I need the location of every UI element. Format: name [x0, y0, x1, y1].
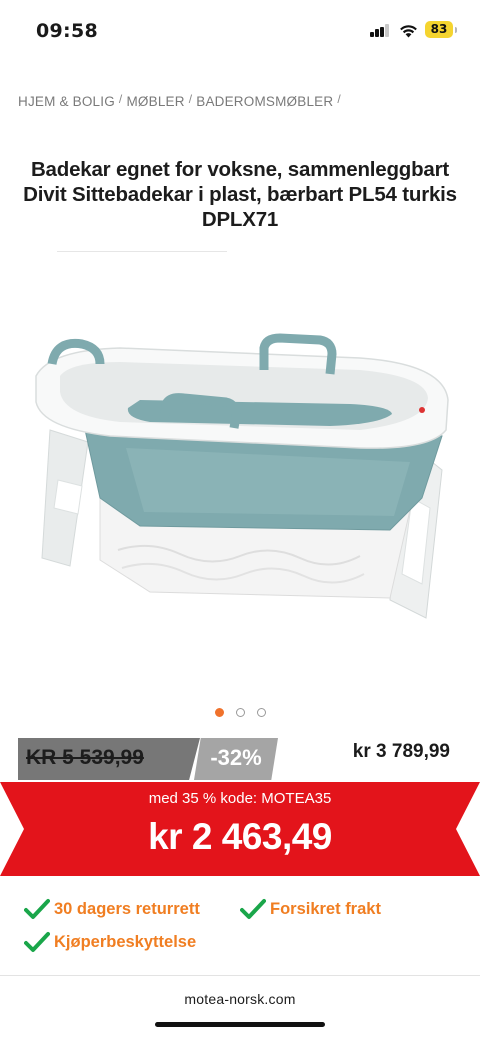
title-divider	[57, 251, 227, 252]
old-price: KR 5 539,99	[26, 746, 144, 769]
breadcrumb-home-bolig[interactable]: HJEM & BOLIG	[18, 94, 115, 109]
home-indicator[interactable]	[155, 1022, 325, 1027]
product-title: Badekar egnet for voksne, sammenleggbart…	[23, 158, 457, 231]
breadcrumb: HJEM & BOLIG / MØBLER / BADEROMSMØBLER /	[18, 91, 345, 110]
discount-percent: -32%	[210, 745, 262, 770]
checkmark-icon	[24, 932, 50, 952]
breadcrumb-separator: /	[337, 91, 341, 106]
breadcrumb-separator: /	[118, 91, 123, 106]
carousel-dot-2[interactable]	[235, 708, 245, 717]
feature-label: Kjøperbeskyttelse	[54, 932, 197, 951]
price-row: KR 5 539,99 -32% kr 3 789,99	[18, 738, 468, 780]
carousel-dot-1[interactable]	[214, 708, 224, 717]
cellular-signal-icon	[370, 24, 390, 37]
current-price: kr 3 789,99	[352, 741, 450, 762]
feature-label: Forsikret frakt	[270, 899, 381, 918]
footer-divider	[0, 975, 480, 976]
promo-banner: med 35 % kode: MOTEA35 kr 2 463,49	[0, 782, 480, 876]
browser-url[interactable]: motea-norsk.com	[0, 991, 480, 1007]
promo-price: kr 2 463,49	[148, 816, 332, 857]
status-time: 09:58	[36, 20, 98, 42]
feature-label: 30 dagers returrett	[54, 899, 200, 918]
old-price-box: KR 5 539,99	[18, 738, 200, 780]
carousel-dot-3[interactable]	[256, 708, 266, 717]
battery-indicator: 83	[425, 21, 457, 38]
image-carousel-dots	[0, 708, 480, 717]
feature-return-policy: 30 dagers returrett	[24, 898, 200, 920]
folding-bathtub-image[interactable]	[30, 330, 455, 640]
status-bar: 09:58 83	[0, 0, 480, 62]
breadcrumb-baderomsmobler[interactable]: BADEROMSMØBLER	[196, 94, 333, 109]
promo-code-text: med 35 % kode: MOTEA35	[148, 790, 332, 807]
checkmark-icon	[24, 899, 50, 919]
breadcrumb-mobler[interactable]: MØBLER	[126, 94, 184, 109]
checkmark-icon	[240, 899, 266, 919]
feature-buyer-protection: Kjøperbeskyttelse	[24, 931, 196, 953]
feature-insured-shipping: Forsikret frakt	[240, 898, 381, 920]
discount-badge: -32%	[194, 738, 278, 780]
wifi-icon	[400, 25, 417, 38]
breadcrumb-separator: /	[188, 91, 193, 106]
